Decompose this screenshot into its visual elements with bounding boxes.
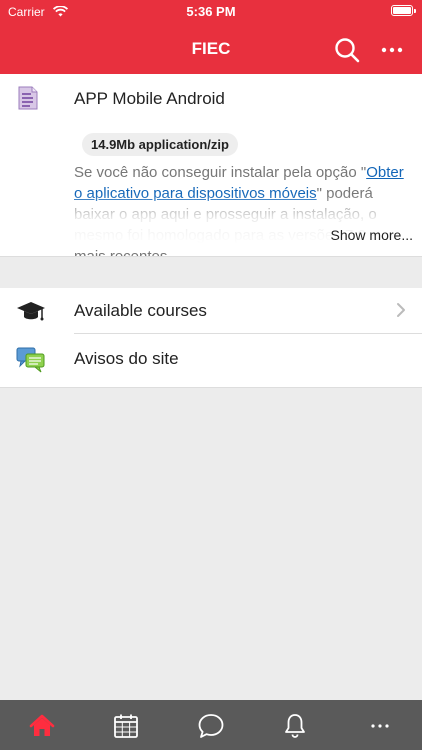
status-bar: Carrier 5:36 PM [0,0,422,24]
search-icon[interactable] [333,36,361,64]
file-archive-icon [17,86,39,110]
show-more-button[interactable]: Show more... [331,227,413,243]
description-text-start: Se você não conseguir instalar pela opçã… [74,164,367,181]
battery-icon [391,5,416,16]
more-icon[interactable] [366,712,394,740]
notifications-bell-icon[interactable] [281,712,309,740]
list-item-avisos-do-site[interactable]: Avisos do site [0,336,422,381]
clock: 5:36 PM [186,4,236,19]
list-item-label: Available courses [74,301,207,320]
resource-name[interactable]: APP Mobile Android [74,89,225,109]
more-options-icon[interactable] [378,36,406,64]
list-item-label: Avisos do site [74,349,179,368]
chevron-right-icon [396,302,406,318]
home-icon[interactable] [28,712,56,740]
graduation-cap-icon [16,297,46,325]
file-info-badge: 14.9Mb application/zip [82,133,238,156]
navigation-bar: FIEC [0,24,422,74]
list-item-available-courses[interactable]: Available courses [0,288,422,334]
bottom-tab-bar [0,700,422,750]
resource-card[interactable]: APP Mobile Android 14.9Mb application/zi… [0,74,422,257]
divider [74,333,422,334]
calendar-icon[interactable] [112,712,140,740]
messages-icon[interactable] [197,712,225,740]
forum-icon [16,345,46,373]
site-menu-list: Available courses Avisos do site [0,288,422,388]
